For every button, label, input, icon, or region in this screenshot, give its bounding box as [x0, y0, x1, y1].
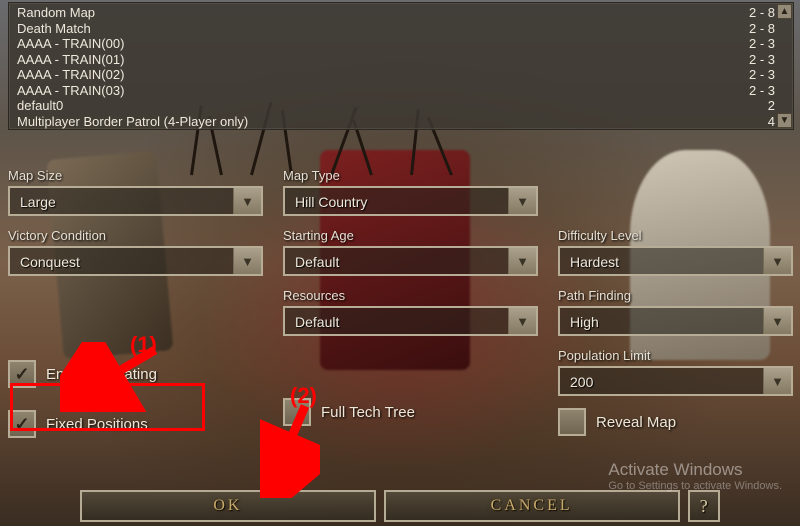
scenario-name: Multiplayer Border Patrol (4-Player only…	[17, 114, 248, 130]
enable-cheating-checkbox[interactable]: ✓ Enable Cheating	[8, 360, 263, 388]
scenario-players: 2 - 8	[749, 21, 775, 37]
chevron-down-icon: ▼	[233, 248, 261, 274]
enable-cheating-label: Enable Cheating	[46, 366, 157, 383]
scenario-players: 2 - 3	[749, 36, 775, 52]
starting-age-label: Starting Age	[283, 228, 538, 243]
chevron-down-icon: ▼	[508, 248, 536, 274]
scenario-row[interactable]: Death Match 2 - 8	[17, 21, 775, 37]
map-type-dropdown[interactable]: Hill Country ▼	[283, 186, 538, 216]
chevron-down-icon: ▼	[763, 368, 791, 394]
scenario-name: AAAA - TRAIN(00)	[17, 36, 124, 52]
scenario-row[interactable]: Multiplayer Border Patrol (4-Player only…	[17, 114, 775, 130]
map-type-value: Hill Country	[285, 188, 508, 214]
scenario-row[interactable]: AAAA - TRAIN(02) 2 - 3	[17, 67, 775, 83]
chevron-down-icon: ▼	[763, 308, 791, 334]
map-size-value: Large	[10, 188, 233, 214]
scenario-name: AAAA - TRAIN(02)	[17, 67, 124, 83]
population-limit-label: Population Limit	[558, 348, 793, 363]
scenario-list[interactable]: ▲ ▼ Random Map2 - 8Death Match2 - 8AAAA …	[8, 2, 794, 130]
checkbox-icon: ✓	[8, 360, 36, 388]
victory-condition-dropdown[interactable]: Conquest ▼	[8, 246, 263, 276]
population-limit-dropdown[interactable]: 200 ▼	[558, 366, 793, 396]
full-tech-tree-checkbox[interactable]: Full Tech Tree	[283, 398, 538, 426]
scenario-name: default0	[17, 98, 63, 114]
scenario-name: Random Map	[17, 5, 95, 21]
map-size-dropdown[interactable]: Large ▼	[8, 186, 263, 216]
help-button[interactable]: ?	[688, 490, 720, 522]
scenario-players: 2 - 8	[749, 5, 775, 21]
path-finding-dropdown[interactable]: High ▼	[558, 306, 793, 336]
chevron-down-icon: ▼	[508, 188, 536, 214]
starting-age-dropdown[interactable]: Default ▼	[283, 246, 538, 276]
fixed-positions-label: Fixed Positions	[46, 416, 148, 433]
resources-value: Default	[285, 308, 508, 334]
ok-button[interactable]: OK	[80, 490, 376, 522]
scenario-name: AAAA - TRAIN(01)	[17, 52, 124, 68]
checkbox-icon: ✓	[8, 410, 36, 438]
difficulty-level-value: Hardest	[560, 248, 763, 274]
full-tech-tree-label: Full Tech Tree	[321, 404, 415, 421]
scenario-name: AAAA - TRAIN(03)	[17, 83, 124, 99]
scroll-down-button[interactable]: ▼	[777, 113, 792, 128]
chevron-down-icon: ▼	[508, 308, 536, 334]
scenario-players: 2 - 3	[749, 67, 775, 83]
reveal-map-checkbox[interactable]: Reveal Map	[558, 408, 793, 436]
reveal-map-label: Reveal Map	[596, 414, 676, 431]
scenario-row[interactable]: AAAA - TRAIN(01) 2 - 3	[17, 52, 775, 68]
victory-condition-label: Victory Condition	[8, 228, 263, 243]
scenario-row[interactable]: AAAA - TRAIN(03) 2 - 3	[17, 83, 775, 99]
scenario-row[interactable]: default0 2	[17, 98, 775, 114]
checkbox-icon	[283, 398, 311, 426]
difficulty-level-label: Difficulty Level	[558, 228, 793, 243]
difficulty-level-dropdown[interactable]: Hardest ▼	[558, 246, 793, 276]
scenario-players: 4	[768, 114, 775, 130]
fixed-positions-checkbox[interactable]: ✓ Fixed Positions	[8, 410, 263, 438]
scenario-players: 2 - 3	[749, 52, 775, 68]
path-finding-value: High	[560, 308, 763, 334]
cancel-button[interactable]: CANCEL	[384, 490, 680, 522]
population-limit-value: 200	[560, 368, 763, 394]
scroll-up-button[interactable]: ▲	[777, 4, 792, 19]
chevron-down-icon: ▼	[763, 248, 791, 274]
scenario-players: 2	[768, 98, 775, 114]
resources-label: Resources	[283, 288, 538, 303]
checkbox-icon	[558, 408, 586, 436]
map-type-label: Map Type	[283, 168, 538, 183]
windows-watermark: Activate Windows Go to Settings to activ…	[608, 460, 782, 492]
path-finding-label: Path Finding	[558, 288, 793, 303]
starting-age-value: Default	[285, 248, 508, 274]
map-size-label: Map Size	[8, 168, 263, 183]
resources-dropdown[interactable]: Default ▼	[283, 306, 538, 336]
watermark-title: Activate Windows	[608, 460, 742, 479]
scenario-row[interactable]: AAAA - TRAIN(00) 2 - 3	[17, 36, 775, 52]
scenario-name: Death Match	[17, 21, 91, 37]
scenario-row[interactable]: Random Map 2 - 8	[17, 5, 775, 21]
chevron-down-icon: ▼	[233, 188, 261, 214]
victory-condition-value: Conquest	[10, 248, 233, 274]
scenario-players: 2 - 3	[749, 83, 775, 99]
